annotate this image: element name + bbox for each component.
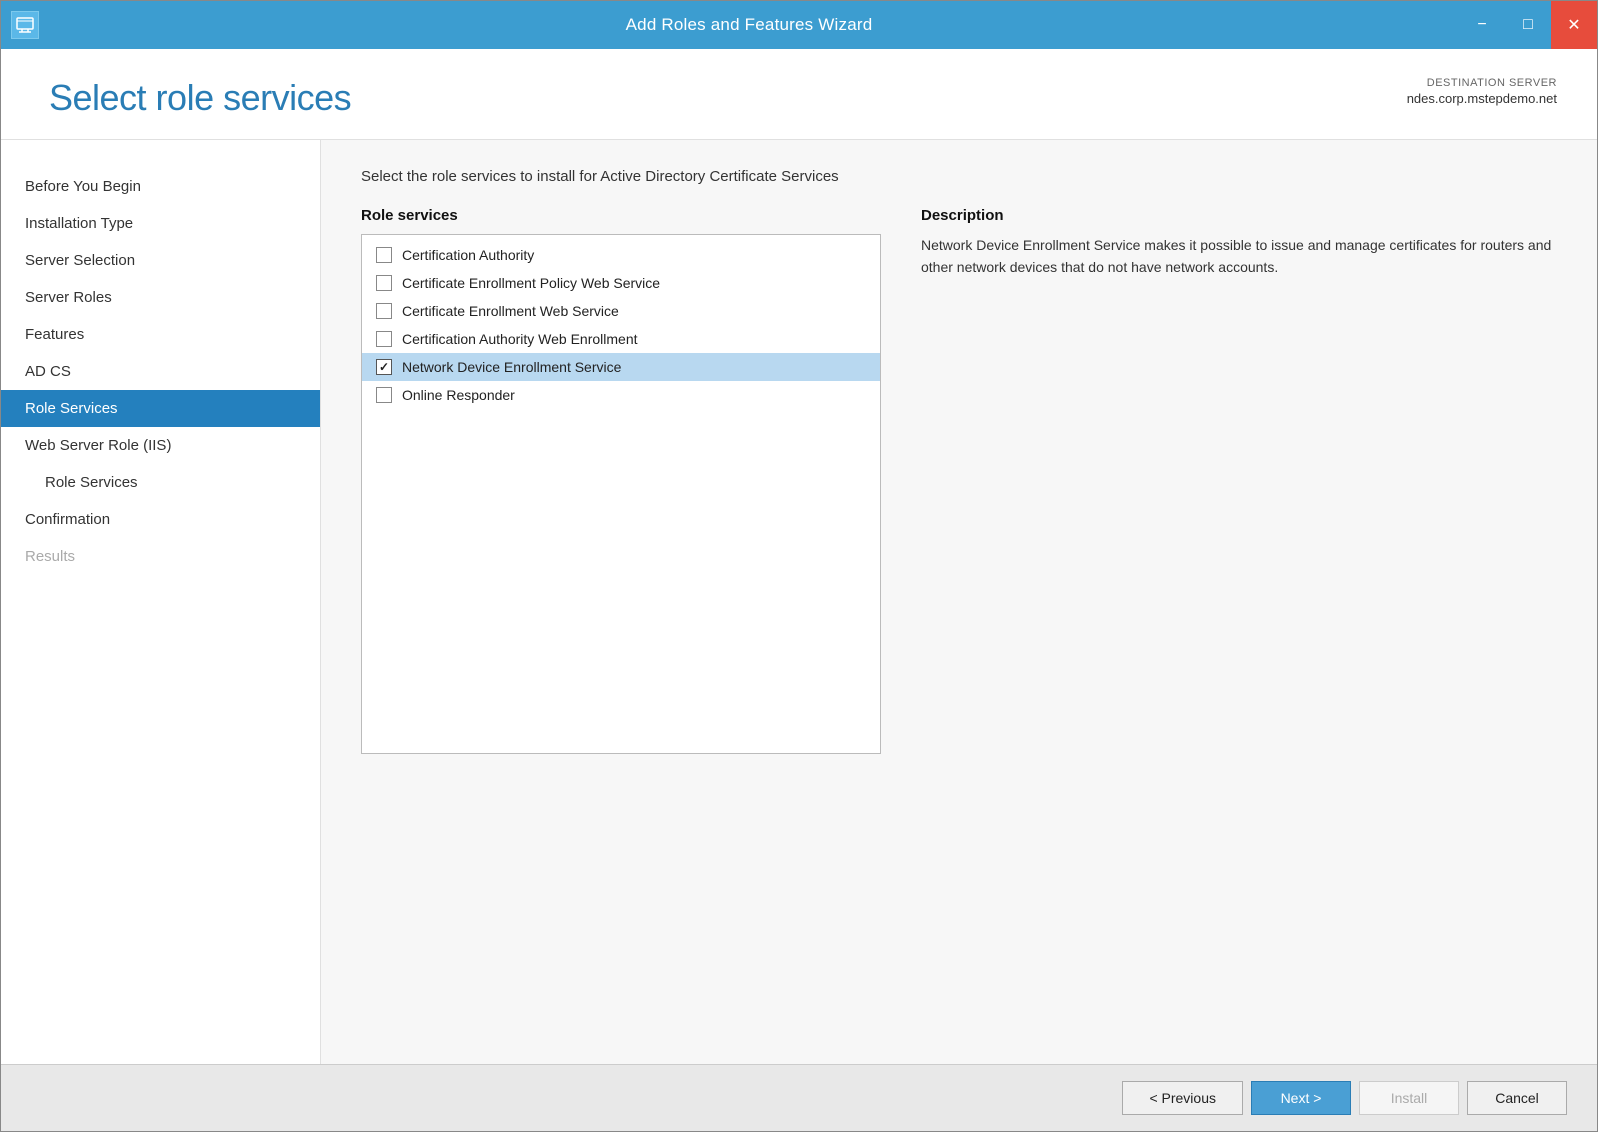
cert-enrollment-web-label: Certificate Enrollment Web Service bbox=[402, 303, 619, 319]
window-controls: − □ ✕ bbox=[1459, 1, 1597, 49]
sidebar-item-ad-cs[interactable]: AD CS bbox=[1, 353, 320, 390]
service-item-cert-authority-web-enrollment[interactable]: Certification Authority Web Enrollment bbox=[362, 325, 880, 353]
role-services-container: Role services Certification Authority Ce… bbox=[361, 207, 1557, 754]
previous-button[interactable]: < Previous bbox=[1122, 1081, 1243, 1115]
cert-enrollment-web-checkbox[interactable] bbox=[376, 303, 392, 319]
maximize-button[interactable]: □ bbox=[1505, 1, 1551, 49]
certification-authority-label: Certification Authority bbox=[402, 247, 534, 263]
description-header: Description bbox=[921, 207, 1557, 224]
sidebar-item-results: Results bbox=[1, 538, 320, 575]
service-item-cert-enrollment-web[interactable]: Certificate Enrollment Web Service bbox=[362, 297, 880, 325]
destination-label: DESTINATION SERVER bbox=[1407, 77, 1557, 89]
header-area: Select role services DESTINATION SERVER … bbox=[1, 49, 1597, 140]
close-button[interactable]: ✕ bbox=[1551, 1, 1597, 49]
sidebar-item-before-you-begin[interactable]: Before You Begin bbox=[1, 168, 320, 205]
service-item-network-device-enrollment[interactable]: Network Device Enrollment Service bbox=[362, 353, 880, 381]
cert-enrollment-policy-label: Certificate Enrollment Policy Web Servic… bbox=[402, 275, 660, 291]
sidebar-item-features[interactable]: Features bbox=[1, 316, 320, 353]
service-item-cert-enrollment-policy[interactable]: Certificate Enrollment Policy Web Servic… bbox=[362, 269, 880, 297]
cert-authority-web-enrollment-label: Certification Authority Web Enrollment bbox=[402, 331, 638, 347]
footer: < Previous Next > Install Cancel bbox=[1, 1064, 1597, 1131]
window-title: Add Roles and Features Wizard bbox=[39, 15, 1459, 35]
service-item-certification-authority[interactable]: Certification Authority bbox=[362, 241, 880, 269]
description-panel: Description Network Device Enrollment Se… bbox=[921, 207, 1557, 279]
sidebar-item-server-selection[interactable]: Server Selection bbox=[1, 242, 320, 279]
cert-authority-web-enrollment-checkbox[interactable] bbox=[376, 331, 392, 347]
service-item-online-responder[interactable]: Online Responder bbox=[362, 381, 880, 409]
sidebar-item-installation-type[interactable]: Installation Type bbox=[1, 205, 320, 242]
main-area: Select role services DESTINATION SERVER … bbox=[1, 49, 1597, 1131]
install-button[interactable]: Install bbox=[1359, 1081, 1459, 1115]
page-title: Select role services bbox=[49, 77, 351, 119]
services-list: Certification Authority Certificate Enro… bbox=[361, 234, 881, 754]
wizard-window: Add Roles and Features Wizard − □ ✕ Sele… bbox=[0, 0, 1598, 1132]
server-name: ndes.corp.mstepdemo.net bbox=[1407, 91, 1557, 106]
network-device-enrollment-label: Network Device Enrollment Service bbox=[402, 359, 621, 375]
network-device-enrollment-checkbox[interactable] bbox=[376, 359, 392, 375]
intro-text: Select the role services to install for … bbox=[361, 168, 1557, 185]
title-bar: Add Roles and Features Wizard − □ ✕ bbox=[1, 1, 1597, 49]
certification-authority-checkbox[interactable] bbox=[376, 247, 392, 263]
next-button[interactable]: Next > bbox=[1251, 1081, 1351, 1115]
online-responder-label: Online Responder bbox=[402, 387, 515, 403]
minimize-button[interactable]: − bbox=[1459, 1, 1505, 49]
cancel-button[interactable]: Cancel bbox=[1467, 1081, 1567, 1115]
role-services-panel: Role services Certification Authority Ce… bbox=[361, 207, 881, 754]
app-icon bbox=[11, 11, 39, 39]
online-responder-checkbox[interactable] bbox=[376, 387, 392, 403]
role-services-header: Role services bbox=[361, 207, 881, 224]
sidebar: Before You Begin Installation Type Serve… bbox=[1, 140, 321, 1064]
main-content: Select the role services to install for … bbox=[321, 140, 1597, 1064]
cert-enrollment-policy-checkbox[interactable] bbox=[376, 275, 392, 291]
content-wrapper: Before You Begin Installation Type Serve… bbox=[1, 140, 1597, 1064]
sidebar-item-role-services-sub[interactable]: Role Services bbox=[1, 464, 320, 501]
sidebar-item-web-server-role[interactable]: Web Server Role (IIS) bbox=[1, 427, 320, 464]
sidebar-item-server-roles[interactable]: Server Roles bbox=[1, 279, 320, 316]
sidebar-item-role-services[interactable]: Role Services bbox=[1, 390, 320, 427]
destination-server-info: DESTINATION SERVER ndes.corp.mstepdemo.n… bbox=[1407, 77, 1557, 106]
description-text: Network Device Enrollment Service makes … bbox=[921, 234, 1557, 279]
sidebar-item-confirmation[interactable]: Confirmation bbox=[1, 501, 320, 538]
